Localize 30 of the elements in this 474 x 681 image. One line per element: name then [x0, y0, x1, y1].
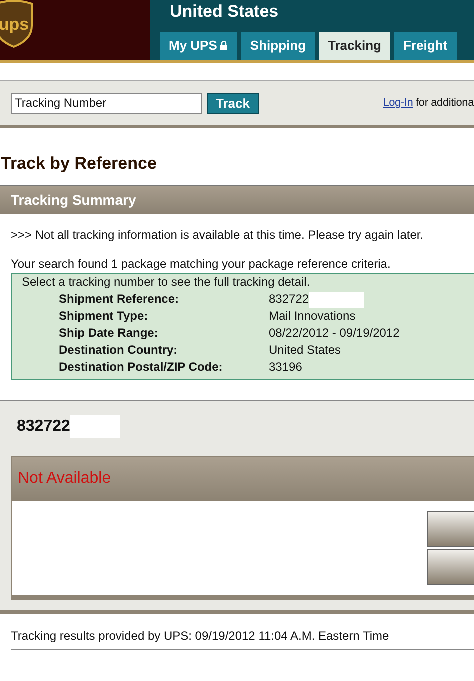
nav-tab[interactable]: Freight [394, 32, 457, 60]
result-text: Your search found 1 package matching your package reference criteria. [11, 257, 392, 271]
login-link[interactable]: Log-In [383, 97, 414, 109]
detail-value: 08/22/2012 - 09/19/2012 [269, 325, 400, 342]
detail-value: 832722 [269, 291, 310, 308]
detail-label: Shipment Type: [58, 308, 150, 325]
ups-logo: ups [0, 0, 34, 48]
detail-value: Mail Innovations [269, 308, 356, 325]
nav-tab[interactable]: Tracking [319, 32, 390, 60]
track-button[interactable]: Track [207, 92, 259, 114]
section-header: Tracking Summary [0, 185, 474, 214]
detail-value: United States [269, 342, 342, 359]
button[interactable] [427, 511, 474, 547]
nav-tab[interactable]: My UPS [160, 32, 238, 60]
detail-label: Shipment Reference: [58, 291, 180, 308]
login-text: for additiona [416, 97, 474, 109]
region-title: United States [169, 1, 280, 23]
hint-text: Select a tracking number to see the full tracking detail. [22, 275, 312, 289]
page-title: Track by Reference [1, 154, 158, 174]
detail-label: Destination Postal/ZIP Code: [58, 359, 224, 376]
button[interactable] [427, 549, 474, 585]
detail-label: Destination Country: [58, 342, 179, 359]
status-text: Not Available [18, 470, 112, 488]
tracking-number-field[interactable]: Tracking Number [11, 92, 202, 114]
detail-label: Ship Date Range: [58, 325, 160, 342]
notice-text: >>> Not all tracking information is available at this time. Please try again later. [11, 228, 425, 242]
nav-tab[interactable]: Shipping [241, 32, 316, 60]
package-number: 832722 [17, 418, 70, 436]
detail-value: 33196 [269, 359, 302, 376]
footer-text: Tracking results provided by UPS: 09/19/2012 11:04 A.M. Eastern Time [11, 629, 474, 650]
